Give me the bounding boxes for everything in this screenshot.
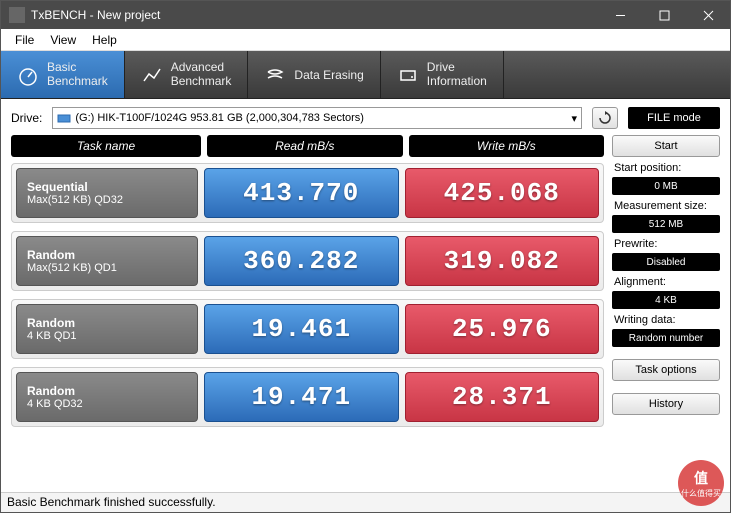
filemode-button[interactable]: FILE mode [628, 107, 720, 129]
read-value[interactable]: 360.282 [204, 236, 399, 286]
drive-icon [397, 64, 419, 86]
msize-value[interactable]: 512 MB [612, 215, 720, 233]
watermark-small: 什么值得买 [681, 488, 721, 499]
task-title: Random [27, 384, 187, 398]
msize-label: Measurement size: [612, 198, 720, 212]
drive-label: Drive: [11, 111, 42, 125]
read-value[interactable]: 19.471 [204, 372, 399, 422]
tab-drive-information[interactable]: Drive Information [381, 51, 504, 98]
result-row: SequentialMax(512 KB) QD32 413.770 425.0… [11, 163, 604, 223]
write-value[interactable]: 28.371 [405, 372, 600, 422]
result-row: Random4 KB QD1 19.461 25.976 [11, 299, 604, 359]
align-label: Alignment: [612, 274, 720, 288]
task-cell[interactable]: Random4 KB QD1 [16, 304, 198, 354]
header-task: Task name [11, 135, 201, 157]
prewrite-label: Prewrite: [612, 236, 720, 250]
task-title: Random [27, 248, 187, 262]
sidebar: Start Start position: 0 MB Measurement s… [612, 135, 720, 435]
task-sub: 4 KB QD1 [27, 330, 187, 342]
erase-icon [264, 64, 286, 86]
maximize-button[interactable] [642, 1, 686, 29]
read-value[interactable]: 19.461 [204, 304, 399, 354]
read-value[interactable]: 413.770 [204, 168, 399, 218]
align-value[interactable]: 4 KB [612, 291, 720, 309]
write-value[interactable]: 425.068 [405, 168, 600, 218]
statusbar: Basic Benchmark finished successfully. [1, 492, 730, 512]
header-read: Read mB/s [207, 135, 403, 157]
startpos-value[interactable]: 0 MB [612, 177, 720, 195]
tab-label: Drive Information [427, 61, 487, 87]
tab-basic-benchmark[interactable]: Basic Benchmark [1, 51, 125, 98]
titlebar: TxBENCH - New project [1, 1, 730, 29]
app-icon [9, 7, 25, 23]
task-cell[interactable]: Random4 KB QD32 [16, 372, 198, 422]
history-button[interactable]: History [612, 393, 720, 415]
tab-advanced-benchmark[interactable]: Advanced Benchmark [125, 51, 249, 98]
drive-value: (G:) HIK-T100F/1024G 953.81 GB (2,000,30… [75, 112, 571, 124]
wdata-value[interactable]: Random number [612, 329, 720, 347]
task-cell[interactable]: RandomMax(512 KB) QD1 [16, 236, 198, 286]
task-title: Random [27, 316, 187, 330]
tabbar: Basic Benchmark Advanced Benchmark Data … [1, 51, 730, 99]
tab-label: Basic Benchmark [47, 61, 108, 87]
results-panel: Task name Read mB/s Write mB/s Sequentia… [11, 135, 604, 435]
menu-help[interactable]: Help [84, 31, 125, 49]
start-button[interactable]: Start [612, 135, 720, 157]
write-value[interactable]: 319.082 [405, 236, 600, 286]
result-row: RandomMax(512 KB) QD1 360.282 319.082 [11, 231, 604, 291]
prewrite-value[interactable]: Disabled [612, 253, 720, 271]
write-value[interactable]: 25.976 [405, 304, 600, 354]
chevron-down-icon: ▾ [571, 112, 577, 125]
window-title: TxBENCH - New project [31, 8, 598, 22]
task-sub: Max(512 KB) QD32 [27, 194, 187, 206]
watermark-big: 值 [694, 468, 708, 488]
watermark: 值 什么值得买 [678, 460, 724, 506]
header-write: Write mB/s [409, 135, 605, 157]
tab-label: Advanced Benchmark [171, 61, 232, 87]
task-cell[interactable]: SequentialMax(512 KB) QD32 [16, 168, 198, 218]
drive-select[interactable]: (G:) HIK-T100F/1024G 953.81 GB (2,000,30… [52, 107, 582, 129]
reload-button[interactable] [592, 107, 618, 129]
tab-data-erasing[interactable]: Data Erasing [248, 51, 380, 98]
drive-row: Drive: (G:) HIK-T100F/1024G 953.81 GB (2… [1, 99, 730, 135]
task-title: Sequential [27, 180, 187, 194]
menu-file[interactable]: File [7, 31, 42, 49]
task-sub: 4 KB QD32 [27, 398, 187, 410]
close-button[interactable] [686, 1, 730, 29]
task-sub: Max(512 KB) QD1 [27, 262, 187, 274]
task-options-button[interactable]: Task options [612, 359, 720, 381]
wdata-label: Writing data: [612, 312, 720, 326]
result-row: Random4 KB QD32 19.471 28.371 [11, 367, 604, 427]
minimize-button[interactable] [598, 1, 642, 29]
menubar: File View Help [1, 29, 730, 51]
reload-icon [598, 111, 612, 125]
tab-label: Data Erasing [294, 68, 363, 82]
chart-icon [141, 64, 163, 86]
menu-view[interactable]: View [42, 31, 84, 49]
drive-icon [57, 111, 71, 125]
gauge-icon [17, 64, 39, 86]
startpos-label: Start position: [612, 160, 720, 174]
